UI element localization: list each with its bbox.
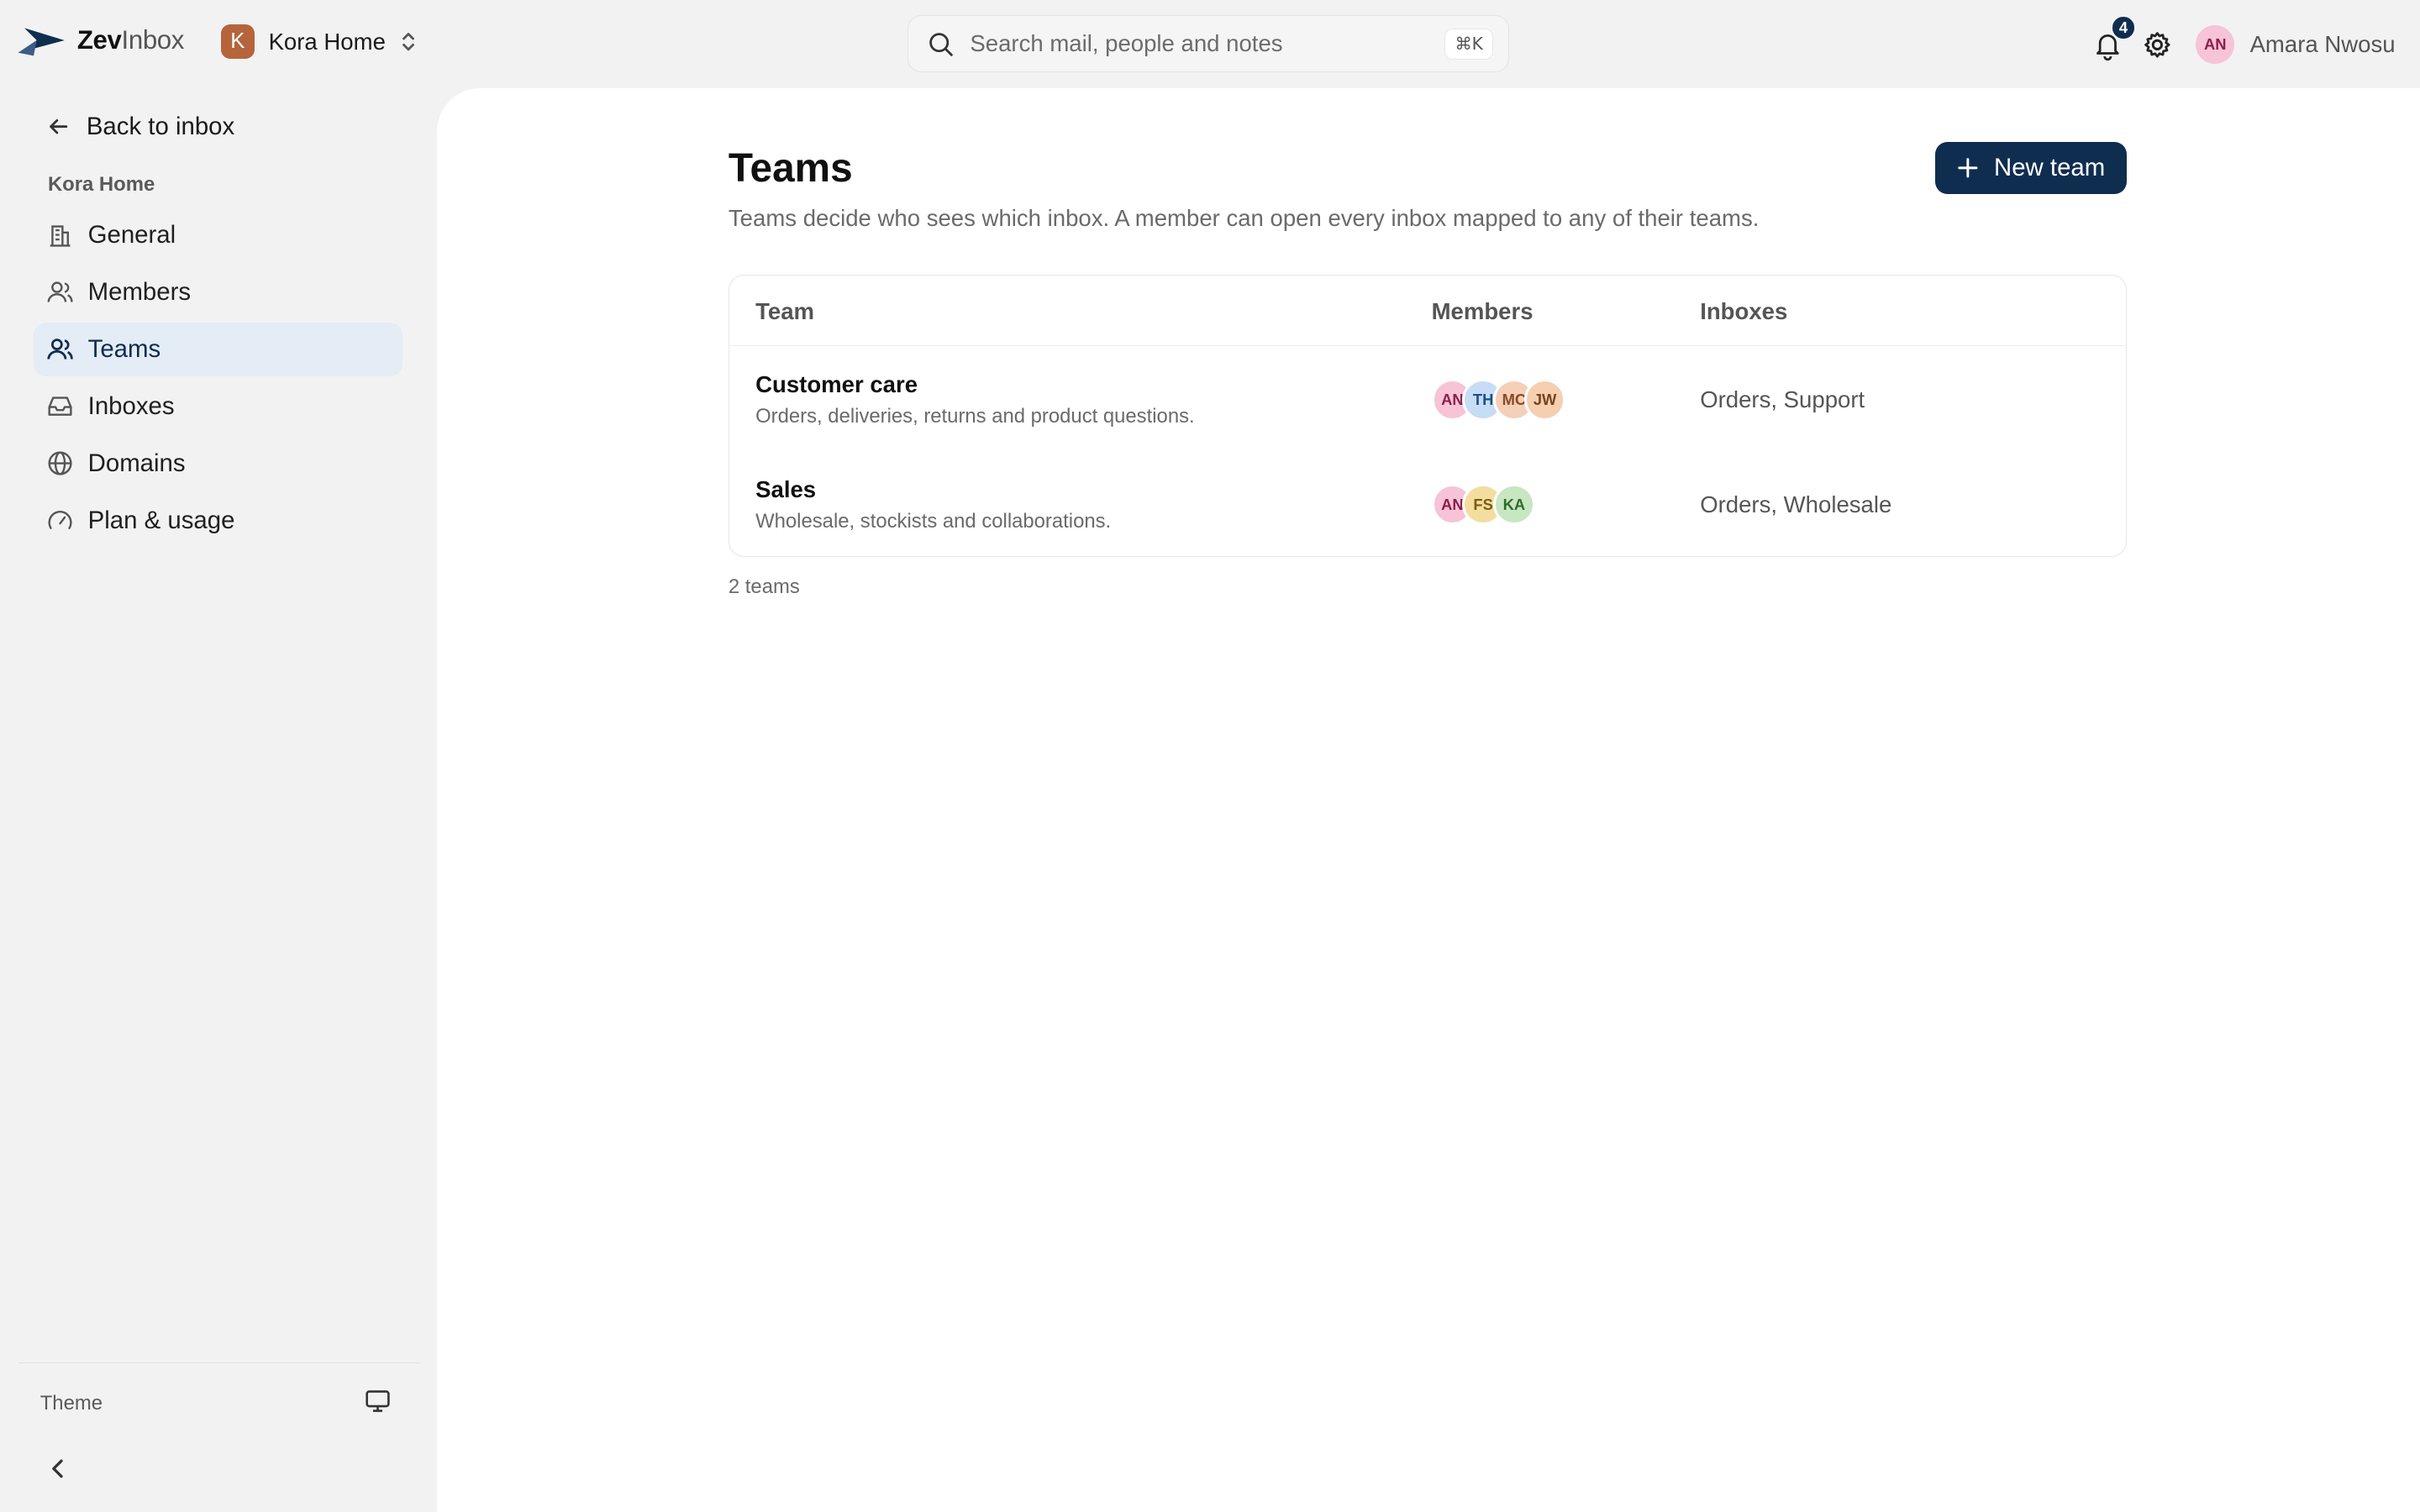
sidebar-item-plan-usage[interactable]: Plan & usage (34, 494, 402, 548)
sidebar-item-members[interactable]: Members (34, 265, 402, 319)
app-root: ZevInbox K Kora Home ⌘K 4 (0, 0, 2420, 1512)
user-group-icon (46, 335, 74, 363)
new-team-label: New team (1993, 154, 2106, 182)
member-avatars: AN FS KA (1431, 483, 1535, 526)
sidebar-item-teams[interactable]: Teams (34, 322, 403, 377)
search-input[interactable] (966, 29, 1445, 60)
top-bar: ZevInbox K Kora Home ⌘K 4 (0, 0, 2420, 88)
theme-row: Theme (18, 1363, 420, 1420)
sidebar-item-inboxes[interactable]: Inboxes (34, 380, 402, 433)
column-header-inboxes: Inboxes (1700, 298, 1788, 325)
team-name: Sales (755, 475, 817, 502)
team-description: Orders, deliveries, returns and product … (755, 405, 1195, 428)
sidebar-item-label: General (87, 221, 176, 249)
settings-button[interactable] (2133, 20, 2182, 70)
user-name: Amara Nwosu (2249, 31, 2396, 58)
table-header: Team Members Inboxes (729, 276, 2126, 347)
table-row[interactable]: Sales Wholesale, stockists and collabora… (729, 451, 2126, 556)
workspace-name: Kora Home (268, 28, 386, 55)
teams-table: Team Members Inboxes Customer care Order… (728, 274, 2127, 558)
back-to-inbox-link[interactable]: Back to inbox (46, 113, 234, 141)
search-icon (929, 33, 953, 56)
sidebar-item-label: Members (87, 278, 192, 307)
collapse-sidebar-button[interactable] (43, 1453, 74, 1491)
team-description: Wholesale, stockists and collaborations. (755, 510, 1112, 533)
gauge-icon (46, 507, 74, 534)
main-panel: Teams Teams decide who sees which inbox.… (436, 87, 2420, 1512)
member-avatar: JW (1523, 378, 1566, 421)
sidebar-item-label: Teams (87, 334, 161, 363)
users-icon (46, 279, 74, 307)
globe-icon (46, 449, 74, 477)
user-avatar: AN (2196, 25, 2235, 65)
back-to-inbox-label: Back to inbox (86, 113, 235, 141)
sidebar-item-label: Inboxes (87, 391, 175, 420)
team-inboxes: Orders, Wholesale (1700, 491, 1892, 518)
monitor-icon[interactable] (364, 1388, 392, 1420)
sidebar-section-label: Kora Home (47, 172, 155, 196)
building-icon (46, 222, 74, 249)
user-menu[interactable]: AN Amara Nwosu (2196, 25, 2396, 65)
logo-icon (18, 28, 66, 56)
table-row[interactable]: Customer care Orders, deliveries, return… (729, 346, 2126, 451)
search-bar[interactable]: ⌘K (907, 15, 1510, 73)
settings-nav: General Members Teams Inboxes Domains Pl… (34, 208, 403, 551)
sidebar-item-label: Plan & usage (87, 506, 235, 534)
team-name: Customer care (755, 370, 918, 397)
notifications-button[interactable]: 4 (2083, 15, 2136, 70)
chevron-up-down-icon (402, 33, 415, 51)
brand-name: ZevInbox (76, 24, 185, 55)
brand-logo[interactable]: ZevInbox (15, 22, 184, 59)
page-description: Teams decide who sees which inbox. A mem… (728, 205, 1760, 232)
member-avatars: AN TH MC JW (1431, 378, 1566, 421)
settings-sidebar: Back to inbox Kora Home General Members (0, 88, 437, 1512)
arrow-left-icon (50, 119, 68, 134)
sidebar-footer: Theme (18, 1362, 420, 1420)
gear-icon (2144, 32, 2170, 58)
workspace-switcher[interactable]: K Kora Home (220, 24, 418, 59)
column-header-team: Team (755, 298, 815, 325)
team-inboxes: Orders, Support (1700, 386, 1865, 413)
chevron-left-icon (52, 1459, 64, 1478)
column-header-members: Members (1431, 298, 1534, 325)
team-count: 2 teams (728, 575, 800, 599)
member-avatar: KA (1493, 483, 1535, 526)
sidebar-item-general[interactable]: General (34, 208, 402, 262)
top-actions: 4 AN Amara Nwosu (2083, 15, 2396, 70)
inbox-icon (46, 392, 74, 420)
new-team-button[interactable]: New team (1935, 141, 2127, 195)
workspace-badge: K (220, 24, 255, 59)
sidebar-item-label: Domains (87, 449, 186, 477)
theme-label: Theme (39, 1392, 103, 1415)
page-title: Teams (728, 145, 853, 191)
sidebar-item-domains[interactable]: Domains (34, 437, 402, 491)
search-shortcut: ⌘K (1444, 28, 1493, 60)
plus-icon (1958, 158, 1978, 178)
